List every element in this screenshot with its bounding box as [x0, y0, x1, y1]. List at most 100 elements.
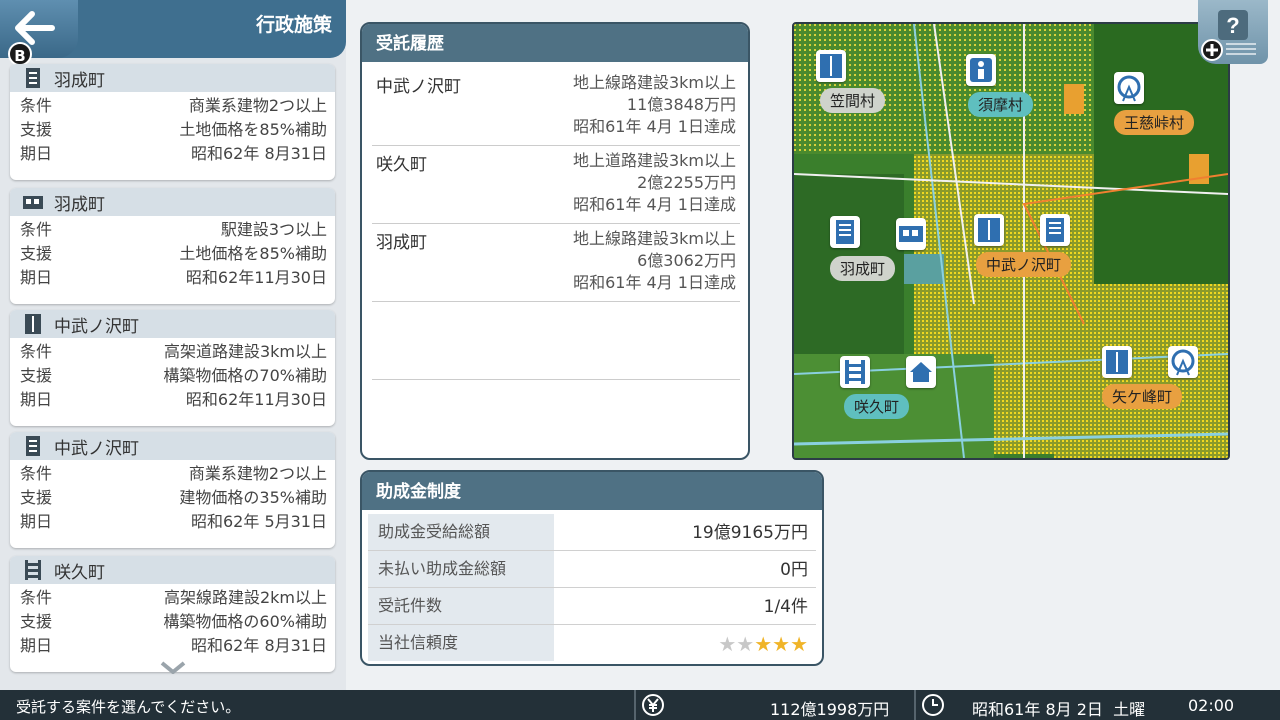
subsidy-label: 当社信頼度 [368, 625, 554, 661]
subsidy-panel: 助成金制度 助成金受給総額 19億9165万円 未払い助成金総額 0円 受託件数… [360, 470, 824, 666]
subsidy-value: 19億9165万円 [692, 523, 808, 543]
date-value: 昭和61年 8月 2日 土曜 [972, 700, 1146, 719]
policy-row-value: 昭和62年 8月31日 [191, 144, 327, 163]
road-map-icon[interactable] [1102, 346, 1132, 378]
history-date: 昭和61年 4月 1日達成 [573, 117, 736, 136]
building-icon [22, 67, 44, 89]
history-item[interactable]: 羽成町 地上線路建設3km以上 6億3062万円 昭和61年 4月 1日達成 [372, 224, 740, 302]
map-label[interactable]: 笠間村 [820, 88, 886, 113]
policy-row-label: 期日 [20, 512, 53, 531]
building-map-icon[interactable] [830, 216, 860, 248]
policy-card[interactable]: 中武ノ沢町 条件 高架道路建設3km以上 支援 構築物価格の70%補助 期日 昭和62年11… [10, 310, 335, 426]
subsidy-row: 受託件数 1/4件 [368, 588, 816, 625]
policy-row-value: 構築物価格の60%補助 [163, 612, 327, 631]
subsidy-row: 未払い助成金総額 0円 [368, 551, 816, 588]
policy-row: 期日 昭和62年 5月31日 [10, 508, 335, 532]
policy-row: 支援 土地価格を85%補助 [10, 240, 335, 264]
star-icon: ★ [772, 632, 791, 656]
building-icon [22, 435, 44, 457]
policy-row-value: 土地価格を85%補助 [179, 244, 327, 263]
help-button[interactable]: ? [1198, 0, 1268, 64]
funds-value: 112億1998万円 [770, 700, 890, 719]
rail-icon [22, 559, 44, 581]
policy-panel-title: 行政施策 [255, 14, 332, 36]
house-map-icon[interactable] [906, 356, 936, 388]
policy-row: 支援 土地価格を85%補助 [10, 116, 335, 140]
svg-text:?: ? [1226, 13, 1239, 38]
policy-card-header: 中武ノ沢町 [10, 432, 335, 460]
policy-row-value: 昭和62年 8月31日 [191, 636, 327, 655]
history-title: 受託履歴 [362, 24, 748, 62]
policy-row-label: 条件 [20, 464, 53, 483]
history-condition: 地上線路建設3km以上 [572, 229, 736, 248]
policy-card-header: 中武ノ沢町 [10, 310, 335, 338]
policy-row-label: 支援 [20, 488, 53, 507]
policy-row-label: 条件 [20, 342, 53, 361]
history-date: 昭和61年 4月 1日達成 [573, 273, 736, 292]
map-label[interactable]: 王慈峠村 [1114, 110, 1195, 135]
star-icon: ★ [718, 632, 737, 656]
building-map-icon[interactable] [1040, 214, 1070, 246]
divider [634, 690, 636, 720]
subsidy-row: 助成金受給総額 19億9165万円 [368, 514, 816, 551]
history-panel: 受託履歴 中武ノ沢町 地上線路建設3km以上 11億3848万円 昭和61年 4… [360, 22, 750, 460]
policy-row-label: 支援 [20, 366, 53, 385]
map-label[interactable]: 羽成町 [830, 256, 896, 281]
policy-row-label: 期日 [20, 268, 53, 287]
policy-card-header: 羽成町 [10, 188, 335, 216]
subsidy-title: 助成金制度 [362, 472, 822, 510]
subsidy-value: 0円 [780, 560, 808, 580]
policy-row-value: 昭和62年 5月31日 [191, 512, 327, 531]
road-icon [22, 313, 44, 335]
history-amount: 11億3848万円 [626, 95, 736, 114]
map-label[interactable]: 中武ノ沢町 [976, 252, 1072, 277]
weekday: 土曜 [1113, 700, 1146, 719]
divider [914, 690, 916, 720]
map-label[interactable]: 矢ケ峰町 [1102, 384, 1183, 409]
policy-row-value: 構築物価格の70%補助 [163, 366, 327, 385]
rail-map-icon[interactable] [840, 356, 870, 388]
policy-row-label: 支援 [20, 244, 53, 263]
policy-card[interactable]: 羽成町 条件 商業系建物2つ以上 支援 土地価格を85%補助 期日 昭和62年 8月31日 [10, 64, 335, 180]
policy-row-label: 支援 [20, 120, 53, 139]
policy-town: 羽成町 [54, 194, 105, 215]
policy-row-label: 期日 [20, 390, 53, 409]
policy-row: 支援 建物価格の35%補助 [10, 484, 335, 508]
history-condition: 地上道路建設3km以上 [572, 151, 736, 170]
policy-row-value: 商業系建物2つ以上 [188, 464, 327, 483]
history-town: 咲久町 [376, 155, 427, 175]
policy-row-value: 土地価格を85%補助 [179, 120, 327, 139]
status-message: 受託する案件を選んでください。 [16, 698, 241, 716]
policy-row: 期日 昭和62年11月30日 [10, 264, 335, 288]
history-item[interactable]: 咲久町 地上道路建設3km以上 2億2255万円 昭和61年 4月 1日達成 [372, 146, 740, 224]
scroll-down-icon[interactable] [160, 660, 186, 674]
map-label[interactable]: 須摩村 [968, 92, 1034, 117]
policy-town: 中武ノ沢町 [54, 438, 139, 459]
policy-row-label: 支援 [20, 612, 53, 631]
policy-town: 咲久町 [54, 562, 105, 583]
station-map-icon[interactable] [896, 218, 926, 250]
info-map-icon[interactable] [966, 54, 996, 86]
policy-card[interactable]: 中武ノ沢町 条件 商業系建物2つ以上 支援 建物価格の35%補助期日 昭和62年 5月31… [10, 432, 335, 548]
city-map[interactable]: 笠間村 須摩村 王慈峠村 羽成町 中武ノ沢町 咲久町 矢ケ峰町 [792, 22, 1230, 460]
policy-row: 支援 構築物価格の70%補助 [10, 362, 335, 386]
policy-row-label: 条件 [20, 220, 53, 239]
map-label[interactable]: 咲久町 [844, 394, 910, 419]
subsidy-label: 受託件数 [368, 588, 554, 624]
star-icon: ★ [754, 632, 773, 656]
history-amount: 2億2255万円 [637, 173, 736, 192]
road-map-icon[interactable] [816, 50, 846, 82]
history-item[interactable]: 中武ノ沢町 地上線路建設3km以上 11億3848万円 昭和61年 4月 1日達… [372, 68, 740, 146]
policy-row: 条件 商業系建物2つ以上 [10, 460, 335, 484]
station-icon [22, 191, 44, 213]
policy-card[interactable]: 羽成町 条件 駅建設3つ以上 支援 土地価格を85%補助 期日 昭和62年11月30日 [10, 188, 335, 304]
subsidy-label: 未払い助成金総額 [368, 551, 554, 587]
policy-row: 条件 商業系建物2つ以上 [10, 92, 335, 116]
history-empty-slot [372, 302, 740, 380]
ferris-wheel-map-icon[interactable] [1168, 346, 1198, 378]
ferris-wheel-map-icon[interactable] [1114, 72, 1144, 104]
star-icon: ★ [736, 632, 755, 656]
road-map-icon[interactable] [974, 214, 1004, 246]
history-town: 中武ノ沢町 [376, 77, 461, 97]
policy-card[interactable]: 咲久町 条件 高架線路建設2km以上 支援 構築物価格の60%補助 期日 昭和62年 8月3… [10, 556, 335, 672]
